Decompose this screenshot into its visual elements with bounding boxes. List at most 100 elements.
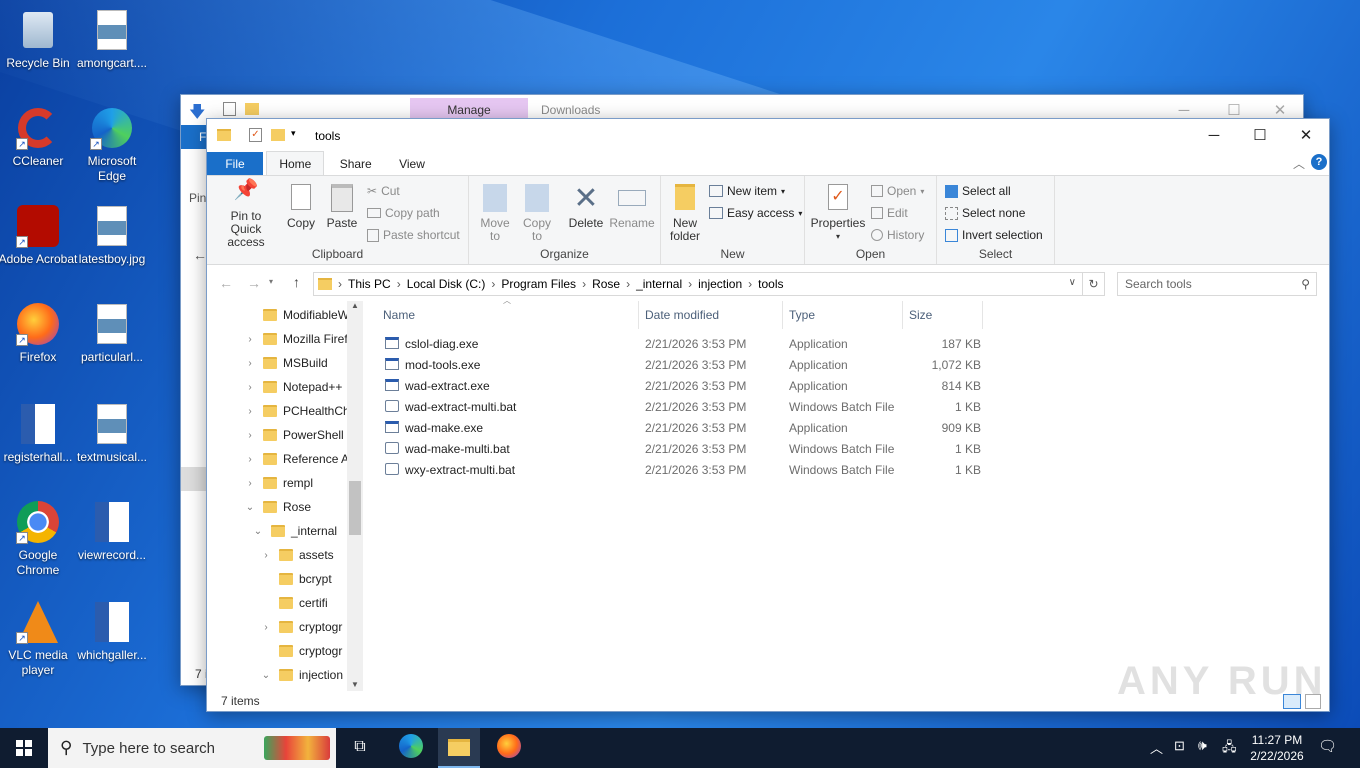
properties-qa-icon[interactable] (223, 102, 236, 116)
search-box[interactable]: Search tools ⚲ (1117, 272, 1317, 296)
properties-qa-icon[interactable]: ✓ (249, 128, 262, 142)
select-none-button[interactable]: Select none (945, 206, 1025, 220)
open-button[interactable]: Open ▾ (871, 184, 924, 198)
taskbar-search[interactable]: ⚲ Type here to search (48, 728, 336, 768)
desktop-icon[interactable]: whichgaller... (72, 600, 152, 663)
breadcrumb-separator-icon[interactable]: › (338, 277, 342, 291)
up-icon[interactable]: ↑ (293, 274, 300, 290)
file-row[interactable]: wad-make-multi.bat 2/21/2026 3:53 PM Windo… (383, 438, 993, 459)
file-row[interactable]: cslol-diag.exe 2/21/2026 3:53 PM Applicati… (383, 333, 993, 354)
taskbar-explorer[interactable] (438, 728, 480, 768)
invert-selection-button[interactable]: Invert selection (945, 228, 1043, 242)
notifications-icon[interactable]: 🗨 (1318, 737, 1337, 755)
refresh-button[interactable]: ↻ (1083, 272, 1105, 296)
clock[interactable]: 11:27 PM 2/22/2026 (1244, 732, 1310, 764)
pin-quick-access-button[interactable]: 📌 Pin to Quick access (211, 180, 281, 249)
back-arrow[interactable]: ← (193, 247, 207, 263)
tab-file[interactable]: File (207, 152, 263, 176)
desktop-icon[interactable]: ↗ Adobe Acrobat (0, 204, 78, 267)
breadcrumb-item[interactable]: Local Disk (C:) (407, 277, 486, 291)
file-row[interactable]: wad-extract-multi.bat 2/21/2026 3:53 PM Wi… (383, 396, 993, 417)
tab-view[interactable]: View (387, 152, 437, 176)
address-dropdown-icon[interactable]: ∨ (1069, 277, 1076, 288)
folder-qa-icon[interactable] (245, 103, 259, 115)
paste-button[interactable]: Paste (321, 184, 363, 230)
volume-icon[interactable]: 🕪 (1198, 737, 1207, 754)
desktop-icon[interactable]: ↗ CCleaner (0, 106, 78, 169)
desktop-icon[interactable]: Recycle Bin (0, 8, 78, 71)
minimize-button[interactable]: ─ (1191, 120, 1237, 150)
delete-button[interactable]: ✕ Delete (563, 184, 609, 230)
breadcrumb-separator-icon[interactable]: › (688, 277, 692, 291)
firefox-icon (497, 734, 521, 758)
easy-access-button[interactable]: Easy access ▾ (709, 206, 802, 220)
date-column-header[interactable]: Date modified (639, 301, 783, 329)
tab-home[interactable]: Home (266, 151, 325, 175)
copy-button[interactable]: Copy (283, 184, 319, 230)
cut-button[interactable]: ✂ Cut (367, 184, 400, 198)
back-icon[interactable]: ← (219, 275, 233, 291)
breadcrumb-separator-icon[interactable]: › (626, 277, 630, 291)
taskbar-firefox[interactable] (490, 734, 528, 764)
properties-button[interactable]: ✓ Properties ▾ (809, 184, 867, 243)
breadcrumb-separator-icon[interactable]: › (491, 277, 495, 291)
rename-button[interactable]: Rename (609, 184, 655, 230)
breadcrumb-item[interactable]: _internal (636, 277, 682, 291)
breadcrumb-item[interactable]: This PC (348, 277, 391, 291)
maximize-button[interactable]: ☐ (1237, 120, 1283, 150)
breadcrumb-item[interactable]: injection (698, 277, 742, 291)
meet-now-icon[interactable]: ⊡ (1174, 738, 1185, 754)
file-row[interactable]: wad-extract.exe 2/21/2026 3:53 PM Applicat… (383, 375, 993, 396)
ribbon-collapse-icon[interactable]: ︿ (1293, 155, 1305, 172)
copy-path-button[interactable]: Copy path (367, 206, 440, 220)
start-button[interactable] (0, 728, 48, 768)
forward-icon[interactable]: → (247, 275, 261, 291)
file-row[interactable]: mod-tools.exe 2/21/2026 3:53 PM Applicatio… (383, 354, 993, 375)
breadcrumb-separator-icon[interactable]: › (397, 277, 401, 291)
desktop-icon[interactable]: amongcart.... (72, 8, 152, 71)
close-button[interactable]: ✕ (1283, 120, 1329, 150)
recent-dropdown-icon[interactable]: ▾ (269, 277, 273, 286)
titlebar[interactable]: ✓ ▾ tools ─ ☐ ✕ (207, 119, 1329, 151)
desktop-icon[interactable]: registerhall... (0, 402, 78, 465)
tools-window[interactable]: ✓ ▾ tools ─ ☐ ✕ File Home Share View ︿ ?… (206, 118, 1330, 712)
nav-scroll[interactable] (181, 467, 207, 491)
paste-shortcut-button[interactable]: Paste shortcut (367, 228, 460, 242)
address-bar[interactable]: › This PC › Local Disk (C:) › Program Files › R… (313, 272, 1083, 296)
move-to-button[interactable]: Move to (477, 184, 513, 243)
task-view-button[interactable]: ⧉ (346, 738, 374, 758)
file-row[interactable]: wad-make.exe 2/21/2026 3:53 PM Application… (383, 417, 993, 438)
desktop-icon[interactable]: viewrecord... (72, 500, 152, 563)
desktop-icon[interactable]: ↗ Firefox (0, 302, 78, 365)
pin-label[interactable]: Pin (189, 191, 206, 205)
copy-to-button[interactable]: Copy to (519, 184, 555, 243)
desktop-icon[interactable]: ↗ Microsoft Edge (72, 106, 152, 184)
type-column-header[interactable]: Type (783, 301, 903, 329)
new-folder-button[interactable]: New folder (665, 184, 705, 243)
file-name: wxy-extract-multi.bat (405, 462, 516, 477)
taskbar-edge[interactable] (392, 734, 430, 764)
breadcrumb-separator-icon[interactable]: › (582, 277, 586, 291)
help-icon[interactable]: ? (1311, 154, 1327, 170)
network-icon[interactable]: 🖧 (1222, 738, 1237, 760)
tray-chevron-icon[interactable]: ︿ (1150, 738, 1163, 757)
breadcrumb-item[interactable]: Program Files (501, 277, 576, 291)
desktop-icon[interactable]: latestboy.jpg (72, 204, 152, 267)
file-row[interactable]: wxy-extract-multi.bat 2/21/2026 3:53 PM Wi… (383, 459, 993, 480)
select-all-button[interactable]: Select all (945, 184, 1011, 198)
tab-share[interactable]: Share (328, 152, 384, 176)
qa-dropdown-icon[interactable]: ▾ (291, 128, 296, 139)
edit-button[interactable]: Edit (871, 206, 908, 220)
breadcrumb-item[interactable]: tools (758, 277, 783, 291)
new-folder-qa-icon[interactable] (271, 129, 285, 141)
desktop-icon[interactable]: textmusical... (72, 402, 152, 465)
name-column-header[interactable]: Name (377, 301, 639, 329)
desktop-icon[interactable]: particularl... (72, 302, 152, 365)
breadcrumb-separator-icon[interactable]: › (748, 277, 752, 291)
size-column-header[interactable]: Size (903, 301, 983, 329)
desktop-icon[interactable]: ↗ VLC media player (0, 600, 78, 678)
new-item-button[interactable]: New item ▾ (709, 184, 785, 198)
history-button[interactable]: History (871, 228, 924, 242)
breadcrumb-item[interactable]: Rose (592, 277, 620, 291)
desktop-icon[interactable]: ↗ Google Chrome (0, 500, 78, 578)
